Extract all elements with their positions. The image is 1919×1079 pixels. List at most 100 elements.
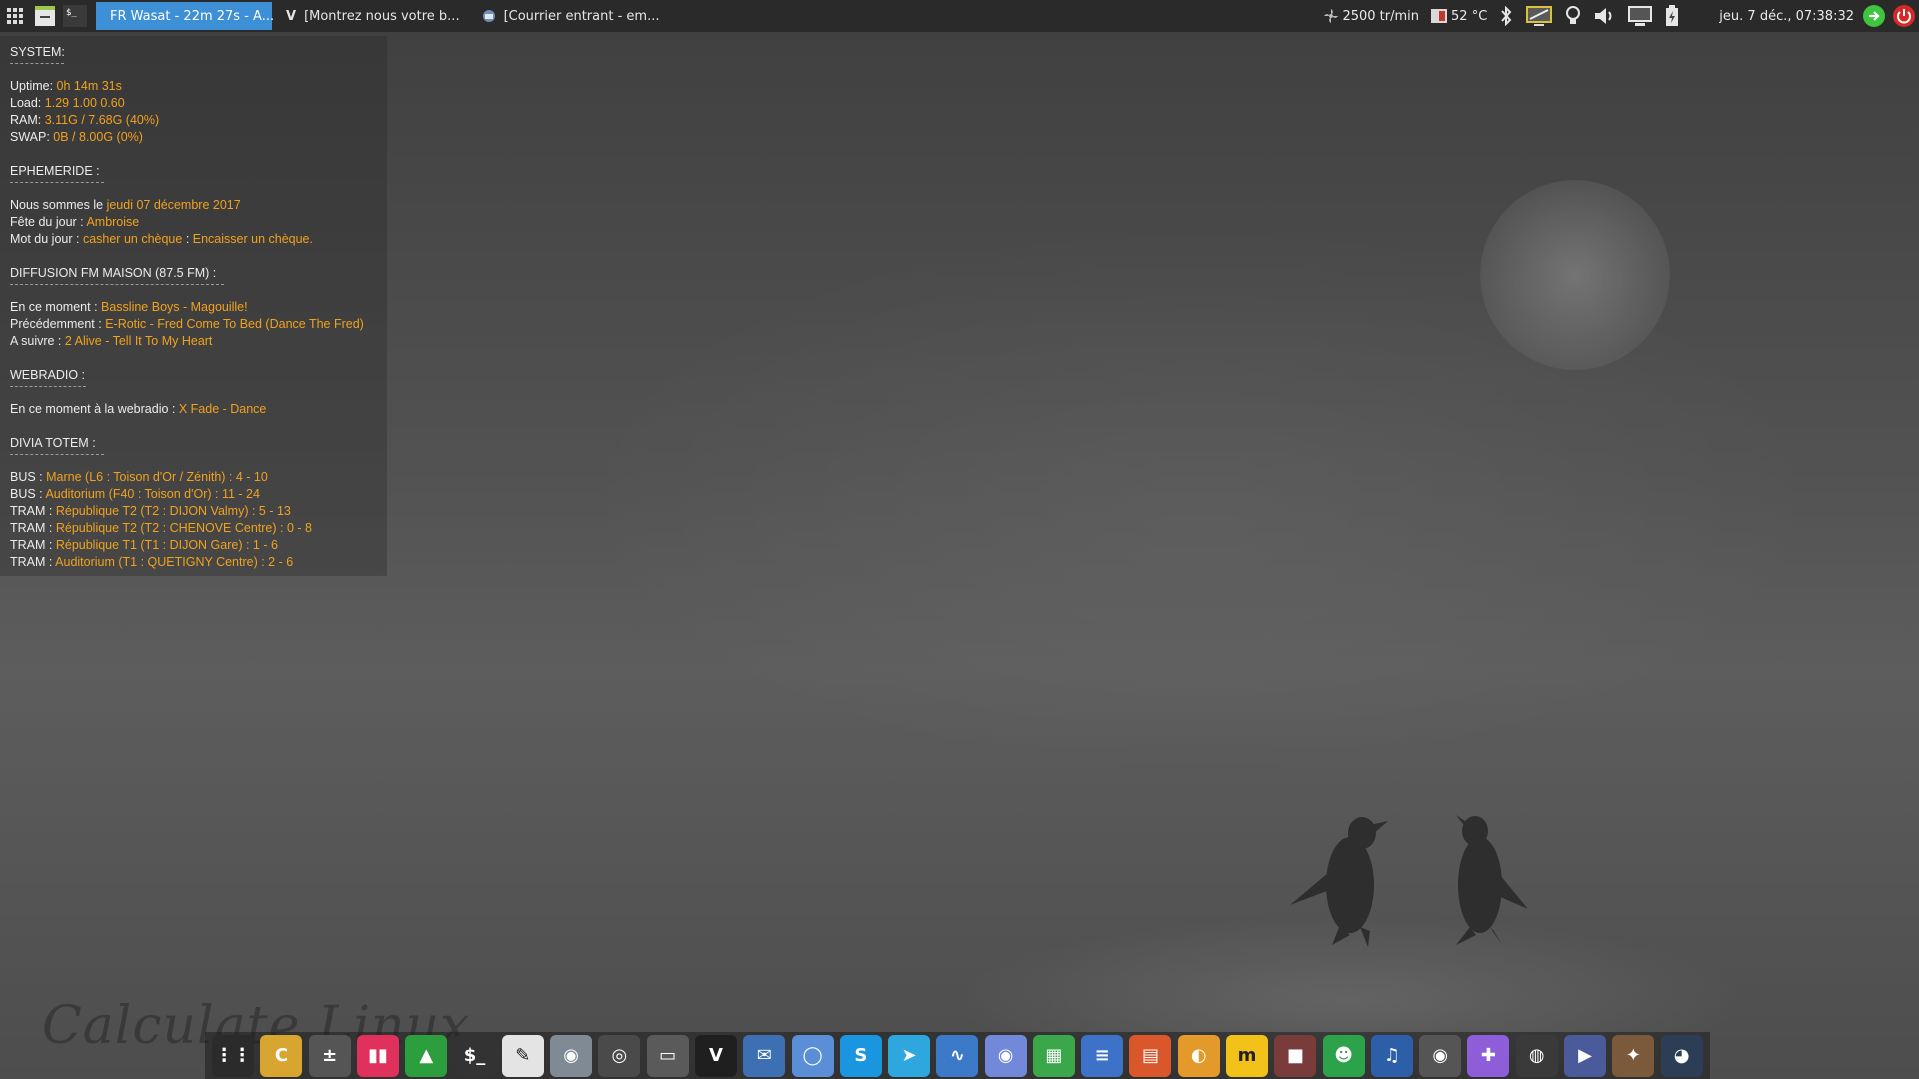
dock-launcher-obs[interactable]: ◍ [1515,1034,1558,1077]
dock-launcher-telegram[interactable]: ➤ [888,1034,931,1077]
task-fr-wasat[interactable]: FR Wasat - 22m 27s - A... [96,2,274,30]
dock-launcher-m-app[interactable]: m [1226,1034,1269,1077]
divia-value: République T2 (T2 : DIJON Valmy) : 5 - 1… [55,504,291,518]
load-label: Load: [10,96,45,110]
writer-icon: ≡ [1094,1045,1110,1066]
battery-tray[interactable] [1665,5,1679,27]
penguins-decoration [1290,815,1528,947]
webradio-now-value: X Fade - Dance [178,402,267,416]
separator [10,182,104,183]
dock-launcher-screenshot[interactable]: ◉ [550,1034,593,1077]
app-launcher-icon: ⋮⋮ [215,1045,252,1066]
dock-launcher-bird-app[interactable]: ✦ [1612,1034,1655,1077]
divia-value: République T1 (T1 : DIJON Gare) : 1 - 6 [55,538,278,552]
update-button[interactable] [1862,4,1886,28]
dock-launcher-mixer[interactable]: ▮▮ [356,1034,399,1077]
bird-app-icon: ✦ [1625,1045,1641,1066]
dock-launcher-video-recorder[interactable]: ■ [1274,1034,1317,1077]
steam-icon: ◕ [1673,1045,1690,1066]
webradio-now-label: En ce moment à la webradio : [10,402,179,416]
dock-launcher-media-player[interactable]: ◉ [1419,1034,1462,1077]
calculate-icon: C [274,1045,289,1066]
dock-launcher-gamepad[interactable]: ✚ [1467,1034,1510,1077]
frog-app-icon: ☻ [1334,1045,1353,1066]
uptime-line: Uptime: 0h 14m 31s [10,79,122,93]
dock-launcher-skype[interactable]: S [839,1034,882,1077]
dock-launcher-frog-app[interactable]: ☻ [1322,1034,1365,1077]
task-label: [Montrez nous votre b... [304,8,460,24]
mot-label: Mot du jour : [10,232,83,246]
separator [10,63,64,64]
dock-launcher-calculator[interactable]: ± [308,1034,351,1077]
clock-text: jeu. 7 déc., 07:38:32 [1719,8,1854,24]
dock-launcher-steam[interactable]: ◕ [1660,1034,1703,1077]
temperature-indicator[interactable]: 52 °C [1431,7,1487,25]
dock-launcher-speaker[interactable]: ◎ [598,1034,641,1077]
dock-launcher-impress[interactable]: ▤ [1129,1034,1172,1077]
dock-launcher-vivaldi[interactable]: V [694,1034,737,1077]
audio-wave-icon: ∿ [949,1045,965,1066]
dock-launcher-calculate[interactable]: C [260,1034,303,1077]
separator [10,386,86,387]
conky-widget: SYSTEM: Uptime: 0h 14m 31s Load: 1.29 1.… [0,36,387,576]
divia-label: TRAM : [10,555,56,569]
swap-value: 0B / 8.00G (0%) [53,130,143,144]
impress-icon: ▤ [1141,1045,1159,1066]
dock-launcher-text-editor[interactable]: ✎ [501,1034,544,1077]
skype-icon: S [854,1045,868,1066]
terminal-launcher-button[interactable]: $_ [60,0,90,32]
svg-text:$_: $_ [66,8,77,18]
file-manager-icon: ▭ [659,1045,677,1066]
dock-launcher-audio-wave[interactable]: ∿ [936,1034,979,1077]
chromium-icon: ◯ [802,1045,823,1066]
divia-line: BUS : Marne (L6 : Toison d'Or / Zénith) … [10,470,268,484]
task-montrez-nous[interactable]: V [Montrez nous votre b... [278,2,468,30]
fm-title: DIFFUSION FM MAISON (87.5 FM) : [10,266,217,280]
dock-launcher-thunderbird[interactable]: ✉ [743,1034,786,1077]
lightbulb-icon [1566,6,1581,24]
divia-line: TRAM : République T2 (T2 : CHENOVE Centr… [10,521,312,535]
terminal-icon: $_ [63,5,87,27]
dock-launcher-app-launcher[interactable]: ⋮⋮ [212,1034,255,1077]
battery-charging-icon [1666,5,1679,26]
load-value: 1.29 1.00 0.60 [44,96,125,110]
app-menu-button[interactable] [0,0,30,32]
swap-label: SWAP: [10,130,54,144]
dock-launcher-terminal[interactable]: $_ [453,1034,496,1077]
dock-tool-icon: ▶ [1578,1045,1592,1066]
croissant-icon: ◐ [1190,1045,1207,1066]
show-desktop-button[interactable] [30,0,60,32]
task-label: [Courrier entrant - em... [503,8,660,24]
spreadsheet-icon: ▦ [1045,1045,1063,1066]
clock[interactable]: jeu. 7 déc., 07:38:32 [1719,9,1854,24]
vivaldi-icon: V [708,1045,723,1066]
screen-tray[interactable] [1627,5,1653,27]
dock-launcher-file-manager[interactable]: ▭ [646,1034,689,1077]
screenshot-icon: ◉ [563,1045,579,1066]
display-settings-tray[interactable] [1525,4,1553,28]
dock-launcher-spreadsheet[interactable]: ▦ [1032,1034,1075,1077]
dock-launcher-discord[interactable]: ◉ [984,1034,1027,1077]
dock-launcher-writer[interactable]: ≡ [1081,1034,1124,1077]
fete-label: Fête du jour : [10,215,87,229]
divia-label: TRAM : [10,521,56,535]
divia-label: BUS : [10,470,47,484]
volume-tray[interactable] [1593,5,1615,27]
update-arrow-icon [1863,5,1885,27]
dock-launcher-dock-tool[interactable]: ▶ [1564,1034,1607,1077]
dock-launcher-chromium[interactable]: ◯ [791,1034,834,1077]
dock-launcher-audacity[interactable]: ♫ [1370,1034,1413,1077]
webradio-now-line: En ce moment à la webradio : X Fade - Da… [10,402,266,416]
grid-icon [7,8,23,24]
dock-launcher-system-monitor[interactable]: ▲ [405,1034,448,1077]
mot-line: Mot du jour : casher un chèque : Encaiss… [10,232,313,246]
media-player-icon: ◉ [1432,1045,1449,1066]
power-button[interactable] [1892,4,1916,28]
bluetooth-tray[interactable] [1499,6,1513,26]
task-courrier-entrant[interactable]: [Courrier entrant - em... [474,2,668,30]
fan-speed-indicator[interactable]: 2500 tr/min [1323,8,1419,24]
fm-prev-value: E-Rotic - Fred Come To Bed (Dance The Fr… [105,317,364,331]
divia-label: TRAM : [10,504,56,518]
dock-launcher-croissant[interactable]: ◐ [1177,1034,1220,1077]
redshift-tray[interactable] [1565,6,1581,26]
